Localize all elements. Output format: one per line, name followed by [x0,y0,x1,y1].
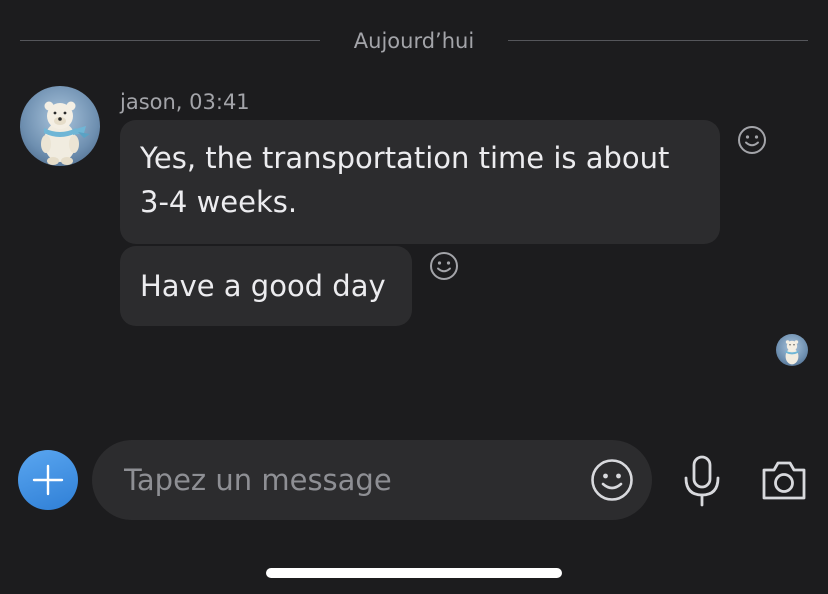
message-composer[interactable] [92,440,652,520]
smiley-face-icon [591,459,633,501]
message-bubble[interactable]: Yes, the transportation time is about 3-… [120,120,720,244]
add-reaction-icon[interactable] [429,251,459,281]
divider-line-left [20,40,320,41]
microphone-icon [684,455,720,507]
add-attachment-button[interactable] [18,450,78,510]
plus-icon [32,464,64,496]
date-divider: Aujourd’hui [20,28,808,54]
camera-button[interactable] [760,458,808,502]
message-sender-time: jason, 03:41 [120,90,250,114]
chat-screen: Aujourd’hui jason, 03:41 Yes, the transp… [0,0,828,594]
divider-line-right [508,40,808,41]
message-text: Yes, the transportation time is about 3-… [140,141,670,219]
camera-icon [762,461,806,500]
date-divider-label: Aujourd’hui [353,29,475,53]
read-receipt-avatar [776,334,808,366]
avatar[interactable] [20,86,100,166]
message-input[interactable] [124,440,574,520]
message-bubble[interactable]: Have a good day [120,246,412,326]
home-indicator[interactable] [266,568,562,578]
polar-bear-avatar-icon [41,101,90,165]
emoji-button[interactable] [590,458,634,502]
polar-bear-avatar-icon [785,340,799,365]
add-reaction-icon[interactable] [737,125,767,155]
message-text: Have a good day [140,269,386,303]
voice-message-button[interactable] [680,454,724,508]
